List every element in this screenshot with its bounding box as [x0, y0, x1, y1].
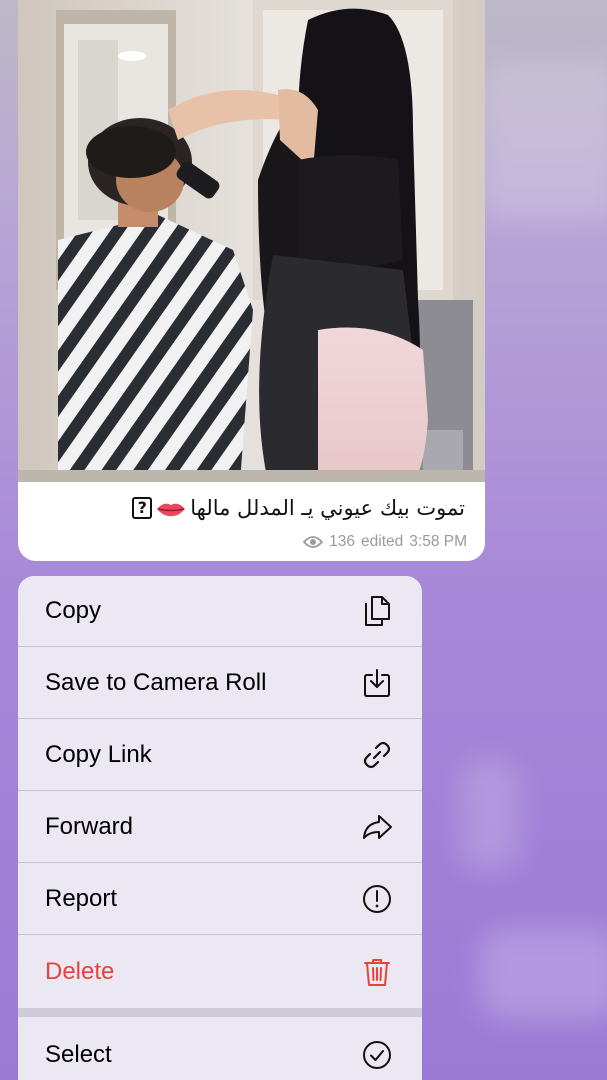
- view-count: 136: [329, 533, 356, 550]
- forward-arrow-icon: [360, 810, 394, 844]
- menu-item-label: Select: [45, 1040, 112, 1068]
- exclamation-circle-icon: [360, 882, 394, 916]
- message-caption: ? تموت بيك عيوني يـ المدلل مالها: [132, 496, 465, 520]
- menu-item-forward[interactable]: Forward: [18, 792, 422, 863]
- menu-item-copy[interactable]: Copy: [18, 576, 422, 647]
- menu-item-label: Delete: [45, 957, 115, 985]
- edited-label: edited: [361, 533, 404, 550]
- menu-item-copy-link[interactable]: Copy Link: [18, 720, 422, 791]
- menu-item-select[interactable]: Select: [18, 1019, 422, 1080]
- checkmark-circle-icon: [360, 1038, 394, 1072]
- menu-item-label: Copy Link: [45, 741, 152, 768]
- menu-item-save-to-camera-roll[interactable]: Save to Camera Roll: [18, 648, 422, 719]
- background-blur: [480, 60, 607, 220]
- message-time: 3:58 PM: [409, 533, 467, 550]
- trash-icon: [360, 955, 394, 989]
- menu-section-divider: [18, 1008, 422, 1017]
- menu-item-report[interactable]: Report: [18, 864, 422, 935]
- menu-item-label: Report: [45, 885, 118, 912]
- menu-item-delete[interactable]: Delete: [18, 936, 422, 1007]
- lips-icon: [156, 499, 186, 517]
- caption-text: تموت بيك عيوني يـ المدلل مالها: [190, 496, 465, 520]
- message-photo[interactable]: [18, 0, 485, 482]
- eye-icon: [302, 535, 324, 549]
- message-bubble[interactable]: ? تموت بيك عيوني يـ المدلل مالها 136 edi…: [18, 0, 485, 561]
- download-icon: [360, 666, 394, 700]
- copy-icon: [360, 594, 394, 628]
- menu-item-label: Save to Camera Roll: [45, 669, 267, 696]
- context-menu: Copy Save to Camera Roll Copy Link Forwa…: [18, 576, 422, 1080]
- menu-item-label: Forward: [45, 813, 134, 840]
- link-icon: [360, 738, 394, 772]
- unknown-glyph-icon: ?: [132, 497, 153, 519]
- menu-item-label: Copy: [45, 597, 102, 624]
- background-blur: [460, 760, 520, 870]
- message-meta: 136 edited 3:58 PM: [302, 533, 467, 551]
- background-blur: [480, 930, 607, 1020]
